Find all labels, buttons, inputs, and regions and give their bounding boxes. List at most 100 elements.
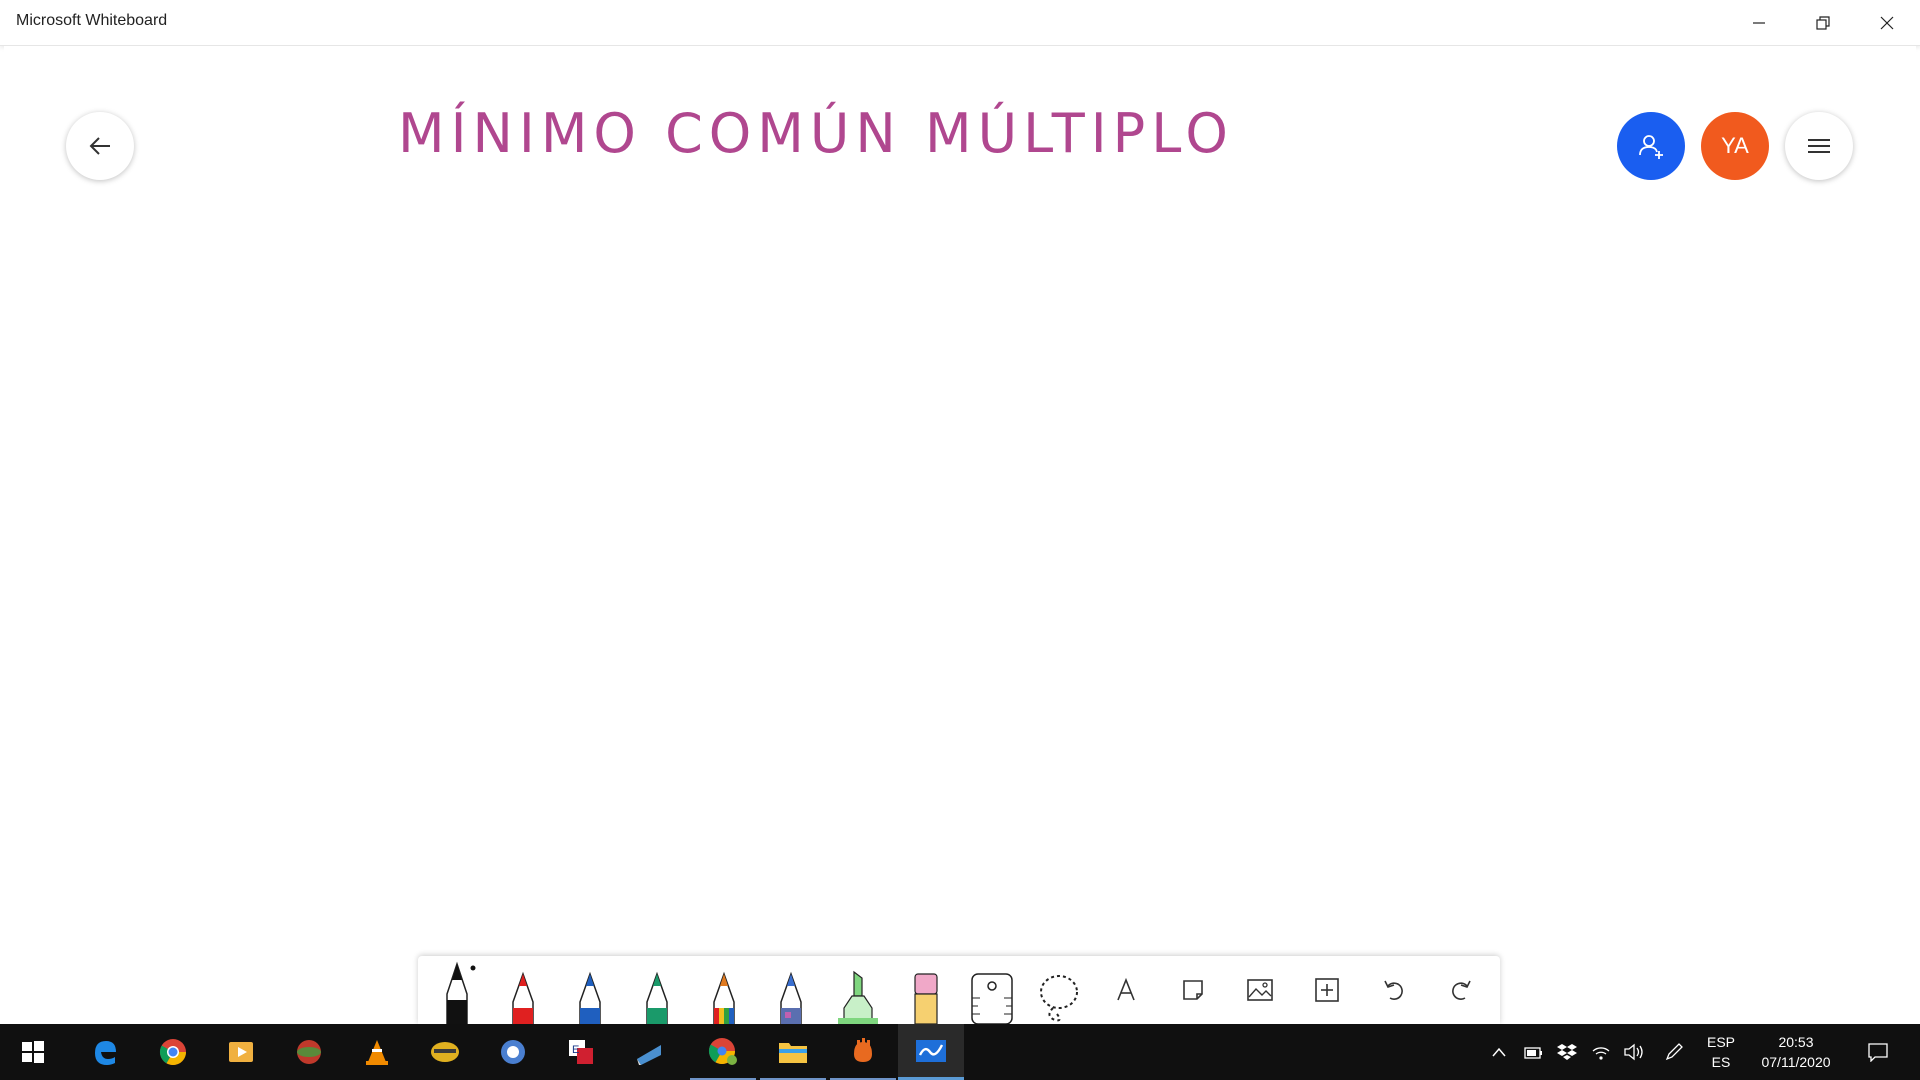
taskbar-chrome-profile[interactable] bbox=[690, 1024, 756, 1080]
green-pen-tool[interactable] bbox=[624, 956, 690, 1024]
undo-button[interactable] bbox=[1361, 956, 1427, 1024]
close-button[interactable] bbox=[1856, 0, 1918, 45]
taskbar-whiteboard[interactable] bbox=[898, 1024, 964, 1080]
tray-volume[interactable] bbox=[1620, 1024, 1648, 1080]
start-button[interactable] bbox=[0, 1024, 66, 1080]
redo-icon bbox=[1452, 980, 1471, 1000]
image-tool[interactable] bbox=[1227, 956, 1293, 1024]
close-icon bbox=[1880, 16, 1894, 29]
input-language[interactable]: ESP ES bbox=[1700, 1032, 1742, 1072]
red-pen-icon bbox=[512, 971, 534, 1024]
red-pen-tool[interactable] bbox=[490, 956, 556, 1024]
app-icon bbox=[854, 1038, 872, 1062]
keyboard-layout-code: ES bbox=[1711, 1054, 1731, 1070]
pen-workspace-icon bbox=[1665, 1043, 1683, 1061]
galaxy-pen-icon bbox=[780, 971, 802, 1024]
user-avatar[interactable]: YA bbox=[1701, 112, 1769, 180]
restore-icon bbox=[1816, 15, 1830, 30]
taskbar-app-4[interactable]: E bbox=[548, 1024, 614, 1080]
blue-pen-icon bbox=[579, 971, 601, 1024]
ruler-tool[interactable] bbox=[959, 956, 1025, 1024]
windows-logo-icon bbox=[22, 1041, 44, 1063]
title-bar: Microsoft Whiteboard bbox=[0, 0, 1920, 46]
edge-icon bbox=[95, 1041, 116, 1065]
media-player-icon bbox=[229, 1042, 253, 1062]
ink-toolbar bbox=[418, 956, 1500, 1024]
highlighter-tool[interactable] bbox=[825, 956, 891, 1024]
taskbar-app-2[interactable] bbox=[412, 1024, 478, 1080]
clock-time: 20:53 bbox=[1778, 1034, 1814, 1050]
restore-button[interactable] bbox=[1792, 0, 1854, 45]
black-pen-icon bbox=[446, 961, 476, 1024]
taskbar-app-3[interactable] bbox=[480, 1024, 546, 1080]
board-title[interactable]: MÍNIMO COMÚN MÚLTIPLO bbox=[398, 102, 1234, 165]
app-icon bbox=[431, 1042, 459, 1062]
redo-button[interactable] bbox=[1428, 956, 1494, 1024]
taskbar-app-1[interactable] bbox=[276, 1024, 342, 1080]
sticky-note-icon bbox=[1183, 980, 1203, 1000]
taskbar-chrome[interactable] bbox=[140, 1024, 206, 1080]
rainbow-pen-icon bbox=[713, 971, 735, 1024]
add-icon bbox=[1315, 978, 1339, 1002]
undo-icon bbox=[1384, 980, 1403, 1000]
app-icon bbox=[637, 1045, 661, 1065]
taskbar: E ESP ES 20:53 07/11/2020 bbox=[0, 1024, 1920, 1080]
hamburger-menu-icon bbox=[1808, 139, 1830, 153]
clock-date: 07/11/2020 bbox=[1761, 1054, 1831, 1070]
dropbox-icon bbox=[1557, 1044, 1577, 1060]
lasso-icon bbox=[1040, 975, 1078, 1022]
menu-button[interactable] bbox=[1785, 112, 1853, 180]
chevron-up-icon bbox=[1492, 1047, 1506, 1057]
taskbar-vlc[interactable] bbox=[344, 1024, 410, 1080]
back-button[interactable] bbox=[66, 112, 134, 180]
text-tool[interactable] bbox=[1093, 956, 1159, 1024]
whiteboard-canvas[interactable] bbox=[4, 46, 1916, 1024]
window-title: Microsoft Whiteboard bbox=[16, 12, 168, 29]
text-icon bbox=[1117, 978, 1135, 1001]
file-explorer-icon bbox=[779, 1043, 807, 1063]
taskbar-edge[interactable] bbox=[72, 1024, 138, 1080]
action-center-button[interactable] bbox=[1858, 1024, 1898, 1080]
app-icon: E bbox=[569, 1040, 593, 1064]
minimize-button[interactable] bbox=[1728, 0, 1790, 45]
app-icon bbox=[501, 1040, 525, 1064]
notifications-icon bbox=[1868, 1043, 1888, 1062]
show-hidden-icons-button[interactable] bbox=[1488, 1024, 1510, 1080]
app-icon bbox=[297, 1040, 321, 1064]
highlighter-icon bbox=[838, 970, 878, 1024]
eraser-icon bbox=[914, 973, 938, 1024]
wifi-icon bbox=[1592, 1047, 1610, 1060]
image-icon bbox=[1247, 979, 1273, 1001]
svg-text:E: E bbox=[572, 1044, 579, 1056]
add-person-icon bbox=[1639, 135, 1663, 159]
chrome-profile-icon bbox=[708, 1038, 737, 1065]
ruler-icon bbox=[971, 973, 1013, 1024]
volume-icon bbox=[1624, 1043, 1643, 1061]
vlc-icon bbox=[366, 1040, 388, 1065]
black-pen-tool[interactable] bbox=[424, 956, 490, 1024]
blue-pen-tool[interactable] bbox=[557, 956, 623, 1024]
arrow-left-icon bbox=[89, 137, 110, 155]
whiteboard-icon bbox=[916, 1039, 946, 1062]
minimize-icon bbox=[1753, 21, 1765, 24]
add-content-tool[interactable] bbox=[1294, 956, 1360, 1024]
language-code: ESP bbox=[1706, 1034, 1735, 1050]
tray-pen[interactable] bbox=[1660, 1024, 1688, 1080]
taskbar-media-player[interactable] bbox=[208, 1024, 274, 1080]
taskbar-app-5[interactable] bbox=[616, 1024, 682, 1080]
rainbow-pen-tool[interactable] bbox=[691, 956, 757, 1024]
chrome-icon bbox=[159, 1039, 187, 1066]
taskbar-file-explorer[interactable] bbox=[760, 1024, 826, 1080]
tray-dropbox[interactable] bbox=[1554, 1024, 1580, 1080]
green-pen-icon bbox=[646, 971, 668, 1024]
sticky-note-tool[interactable] bbox=[1160, 956, 1226, 1024]
battery-icon bbox=[1524, 1047, 1542, 1059]
taskbar-app-6[interactable] bbox=[830, 1024, 896, 1080]
tray-network[interactable] bbox=[1588, 1024, 1614, 1080]
taskbar-clock[interactable]: 20:53 07/11/2020 bbox=[1748, 1032, 1844, 1072]
galaxy-pen-tool[interactable] bbox=[758, 956, 824, 1024]
tray-battery[interactable] bbox=[1520, 1024, 1546, 1080]
invite-button[interactable] bbox=[1617, 112, 1685, 180]
lasso-tool[interactable] bbox=[1026, 956, 1092, 1024]
eraser-tool[interactable] bbox=[892, 956, 958, 1024]
